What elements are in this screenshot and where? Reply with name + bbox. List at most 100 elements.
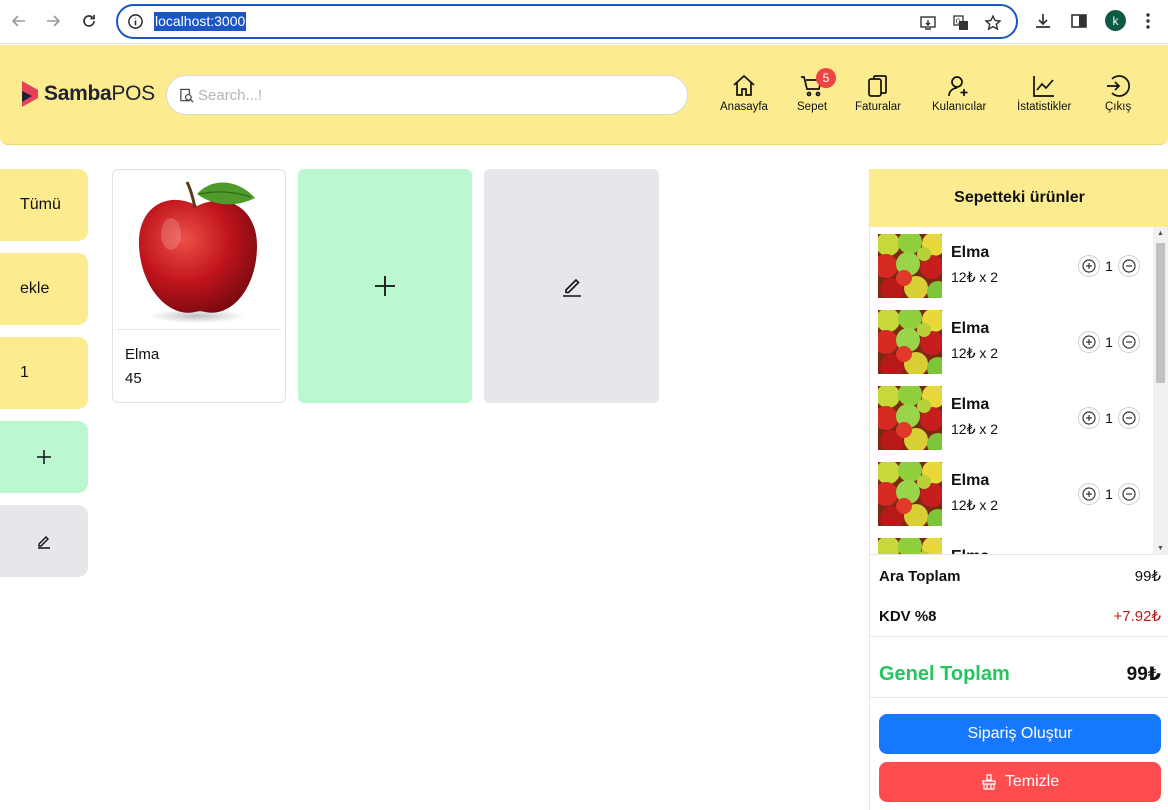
subtotal-row: Ara Toplam 99₺ (879, 567, 1161, 586)
create-order-button[interactable]: Sipariş Oluştur (879, 714, 1161, 754)
scroll-down-arrow[interactable]: ▼ (1156, 544, 1165, 553)
grand-total-value: 99₺ (1126, 664, 1161, 685)
cart-item-thumbnail (878, 386, 942, 450)
decrease-quantity-button[interactable] (1118, 483, 1140, 505)
forward-button[interactable] (40, 8, 66, 34)
nav-logout[interactable]: Çıkış (1105, 73, 1131, 113)
scroll-up-arrow[interactable]: ▲ (1156, 229, 1165, 238)
category-label: ekle (20, 280, 50, 297)
minus-circle-icon (1122, 411, 1136, 425)
reload-button[interactable] (76, 8, 102, 34)
nav-cart-label: Sepet (797, 101, 828, 113)
profile-avatar[interactable]: k (1105, 10, 1126, 31)
invoice-icon (868, 75, 887, 97)
reload-icon (83, 15, 95, 27)
product-card[interactable]: Elma 45 (112, 169, 286, 403)
address-bar[interactable]: localhost:3000 G (116, 4, 1018, 39)
nav-statistics[interactable]: İstatistikler (1017, 73, 1071, 113)
actions-divider (870, 697, 1168, 698)
home-icon (733, 74, 755, 96)
nav-invoices[interactable]: Faturalar (855, 73, 901, 113)
cart-item-name: Elma (951, 396, 990, 413)
decrease-quantity-button[interactable] (1118, 331, 1140, 353)
cart-panel: Sepetteki ürünler Elma 12₺ x 2 1 Elma 12… (869, 169, 1168, 810)
minus-circle-icon (1122, 335, 1136, 349)
bookmark-star-icon[interactable] (984, 14, 1002, 32)
svg-text:G: G (956, 18, 961, 26)
back-button[interactable] (6, 8, 32, 34)
nav-cart[interactable]: 5 Sepet (797, 68, 836, 113)
tax-row: KDV %8 +7.92₺ (879, 607, 1162, 626)
translate-icon[interactable]: G (952, 14, 970, 32)
cart-item-name: Elma (951, 244, 990, 261)
search-box[interactable] (166, 75, 688, 115)
cart-item: Elma 12₺ x 2 1 (878, 310, 1154, 376)
search-input[interactable] (198, 84, 668, 106)
app-header: SambaPOS Anasayfa 5 Sepet Faturalar Kula… (0, 45, 1168, 145)
increase-quantity-button[interactable] (1078, 407, 1100, 429)
fruit-thumbnail-icon (878, 538, 942, 554)
quantity-stepper: 1 (1078, 331, 1140, 353)
nav-invoices-label: Faturalar (855, 101, 902, 113)
edit-product-button[interactable] (484, 169, 659, 403)
cart-item-name: Elma (951, 472, 990, 489)
add-category-button[interactable] (0, 421, 88, 493)
cart-item: Elma 12₺ x 2 1 (878, 386, 1154, 452)
fruit-thumbnail-icon (878, 386, 942, 450)
kebab-menu-icon[interactable] (1138, 11, 1158, 31)
fruit-thumbnail-icon (878, 234, 942, 298)
nav-users[interactable]: Kulanıcılar (932, 73, 986, 113)
decrease-quantity-button[interactable] (1118, 255, 1140, 277)
cart-item-price-detail: 12₺ x 2 (951, 269, 999, 285)
cart-item-thumbnail (878, 462, 942, 526)
users-icon (948, 76, 968, 97)
decrease-quantity-button[interactable] (1118, 407, 1140, 429)
subtotal-value: 99₺ (1134, 568, 1161, 585)
sambapos-logo[interactable]: SambaPOS (20, 79, 155, 109)
cart-item-price-detail: 12₺ x 2 (951, 345, 999, 361)
install-app-icon[interactable] (919, 14, 937, 32)
clear-cart-button[interactable]: Temizle (879, 762, 1161, 802)
cart-item: Elma 12₺ x 2 1 (878, 538, 1154, 554)
cart-item-thumbnail (878, 234, 942, 298)
tax-value: +7.92₺ (1113, 608, 1162, 625)
edit-icon (562, 278, 581, 297)
url-text[interactable]: localhost:3000 (154, 12, 247, 31)
increase-quantity-button[interactable] (1078, 331, 1100, 353)
download-icon[interactable] (1033, 11, 1053, 31)
category-ekle[interactable]: ekle (0, 253, 88, 325)
scrollbar-thumb[interactable] (1156, 243, 1165, 383)
category-1[interactable]: 1 (0, 337, 88, 409)
search-icon (180, 88, 194, 103)
category-all[interactable]: Tümü (0, 169, 88, 241)
increase-quantity-button[interactable] (1078, 483, 1100, 505)
nav-home[interactable]: Anasayfa (720, 73, 768, 113)
cart-item-quantity: 1 (1105, 410, 1113, 426)
cart-scrollbar[interactable]: ▲ ▼ (1153, 227, 1168, 555)
quantity-stepper: 1 (1078, 407, 1140, 429)
plus-circle-icon (1082, 487, 1096, 501)
logo-mark-icon (22, 81, 38, 107)
category-label: Tümü (20, 196, 61, 213)
apple-image (138, 181, 257, 323)
edit-icon (38, 536, 50, 549)
logo-text-bold: Samba (44, 82, 112, 105)
edit-category-button[interactable] (0, 505, 88, 577)
plus-circle-icon (1082, 335, 1096, 349)
nav-logout-label: Çıkış (1105, 101, 1132, 113)
cart-item-quantity: 1 (1105, 486, 1113, 502)
add-product-button[interactable] (298, 169, 472, 403)
create-order-label: Sipariş Oluştur (967, 725, 1073, 742)
cart-item-quantity: 1 (1105, 258, 1113, 274)
cart-item-list[interactable]: Elma 12₺ x 2 1 Elma 12₺ x 2 1 Elma 12₺ x… (870, 227, 1168, 555)
side-panel-icon[interactable] (1069, 11, 1089, 31)
grand-total-label: Genel Toplam (879, 663, 1010, 685)
plus-icon (37, 450, 51, 464)
broom-icon (982, 774, 996, 790)
minus-circle-icon (1122, 259, 1136, 273)
increase-quantity-button[interactable] (1078, 255, 1100, 277)
plus-circle-icon (1082, 411, 1096, 425)
clear-cart-label: Temizle (1004, 773, 1060, 790)
cart-item-thumbnail (878, 538, 942, 554)
nav-statistics-label: İstatistikler (1017, 101, 1072, 113)
